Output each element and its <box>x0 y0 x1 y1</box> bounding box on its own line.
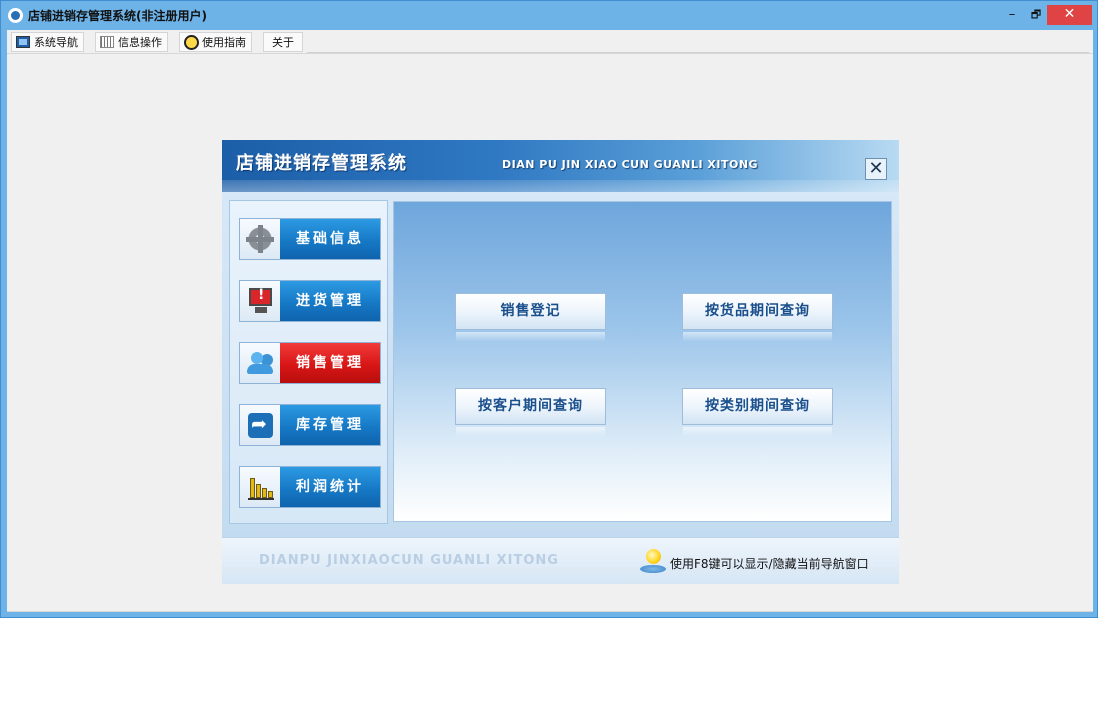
sidebar-item-purchasing[interactable]: 进货管理 <box>239 280 381 322</box>
query-by-category-button[interactable]: 按类别期间查询 <box>682 388 833 437</box>
sales-register-button[interactable]: 销售登记 <box>455 293 606 342</box>
menu-bar: 系统导航 信息操作 使用指南 关于 <box>7 30 1093 54</box>
title-bar[interactable]: 店铺进销存管理系统(非注册用户) – 🗗 ✕ <box>1 1 1097 30</box>
footer-hint: 使用F8键可以显示/隐藏当前导航窗口 <box>670 557 869 571</box>
menu-item-label: 系统导航 <box>34 36 78 49</box>
restore-button[interactable]: 🗗 <box>1025 5 1047 25</box>
dialog-subtitle: DIAN PU JIN XIAO CUN GUANLI XITONG <box>502 158 759 171</box>
sidebar-item-inventory[interactable]: 库存管理 <box>239 404 381 446</box>
gear-icon <box>246 225 274 253</box>
users-icon <box>247 352 273 374</box>
dialog-footer: DIANPU JINXIAOCUN GUANLI XITONG 使用F8键可以显… <box>222 537 899 584</box>
dialog-close-button[interactable]: ✕ <box>865 158 887 180</box>
menu-item-info-ops[interactable]: 信息操作 <box>95 32 168 52</box>
icon-frame <box>240 343 280 383</box>
menu-item-label: 关于 <box>272 36 294 49</box>
dialog-title-reflection: 店铺进销存管理系统 <box>236 153 407 165</box>
footer-brand-text: DIANPU JINXIAOCUN GUANLI XITONG <box>259 553 559 568</box>
monitor-stand <box>255 307 267 313</box>
lightbulb-icon <box>640 549 666 575</box>
app-window: 店铺进销存管理系统(非注册用户) – 🗗 ✕ 系统导航 信息操作 使用指南 关于 <box>0 0 1098 618</box>
app-logo-icon <box>8 8 23 23</box>
menu-item-label: 信息操作 <box>118 36 162 49</box>
dialog-body: 基础信息 进货管理 销售管理 库存管理 <box>222 192 899 537</box>
icon-frame <box>240 281 280 321</box>
arrow-icon <box>248 413 273 438</box>
icon-frame <box>240 405 280 445</box>
sidebar-item-label: 基础信息 <box>280 219 380 259</box>
sidebar-item-label: 进货管理 <box>280 281 380 321</box>
close-button[interactable]: ✕ <box>1047 5 1092 25</box>
client-bottom-border <box>7 611 1093 612</box>
sidebar-item-sales[interactable]: 销售管理 <box>239 342 381 384</box>
monitor-icon <box>16 36 30 48</box>
client-area: 系统导航 信息操作 使用指南 关于 店铺进销存管理系统 店铺进销存管理系统 DI… <box>7 30 1093 612</box>
icon-frame <box>240 467 280 507</box>
clock-icon <box>184 35 199 50</box>
alert-monitor-icon <box>249 287 272 306</box>
menu-item-label: 使用指南 <box>202 36 246 49</box>
bar-chart-icon <box>248 475 274 500</box>
query-by-product-button[interactable]: 按货品期间查询 <box>682 293 833 342</box>
module-sidebar: 基础信息 进货管理 销售管理 库存管理 <box>229 200 388 524</box>
dialog-header[interactable]: 店铺进销存管理系统 店铺进销存管理系统 DIAN PU JIN XIAO CUN… <box>222 140 899 192</box>
action-panel: 销售登记 按货品期间查询 按客户期间查询 按类别期间查询 <box>393 201 892 522</box>
sidebar-item-label: 销售管理 <box>280 343 380 383</box>
sidebar-item-basic-info[interactable]: 基础信息 <box>239 218 381 260</box>
menu-item-system-nav[interactable]: 系统导航 <box>11 32 84 52</box>
window-title: 店铺进销存管理系统(非注册用户) <box>28 9 207 23</box>
navigation-dialog: 店铺进销存管理系统 店铺进销存管理系统 DIAN PU JIN XIAO CUN… <box>222 140 899 584</box>
minimize-button[interactable]: – <box>1001 5 1023 25</box>
sidebar-item-profit-stats[interactable]: 利润统计 <box>239 466 381 508</box>
sidebar-item-label: 利润统计 <box>280 467 380 507</box>
sidebar-item-label: 库存管理 <box>280 405 380 445</box>
menu-divider <box>307 52 1089 53</box>
menu-item-user-guide[interactable]: 使用指南 <box>179 32 252 52</box>
menu-item-about[interactable]: 关于 <box>263 32 303 52</box>
query-by-customer-button[interactable]: 按客户期间查询 <box>455 388 606 437</box>
icon-frame <box>240 219 280 259</box>
grid-icon <box>100 36 114 48</box>
